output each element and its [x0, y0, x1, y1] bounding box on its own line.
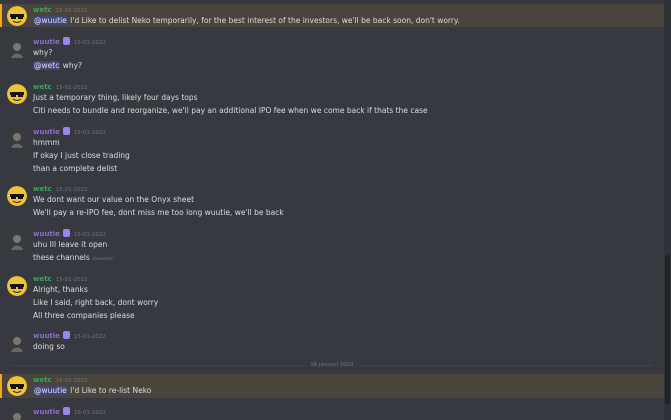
- message-text: Just a temporary thing, likely four days…: [33, 93, 198, 102]
- scrollbar-thumb[interactable]: [665, 255, 670, 405]
- message-header: wetc 15-01-2022: [33, 5, 88, 15]
- username[interactable]: wuutie: [33, 230, 60, 238]
- message-content: @wetc why?: [33, 60, 82, 71]
- message-text: doing so: [33, 342, 65, 351]
- message-text: than a complete delist: [33, 164, 118, 173]
- message-text: We dont want our value on the Onyx sheet: [33, 195, 195, 204]
- message-content: @wuutie I'd Like to re-list Neko: [33, 385, 151, 396]
- message-content: these channels (bewerkt): [33, 252, 114, 265]
- message-header: wuutie 16-01-2022: [33, 407, 106, 417]
- timestamp: 15-01-2022: [73, 232, 106, 238]
- avatar[interactable]: [7, 231, 27, 251]
- avatar[interactable]: [7, 376, 27, 396]
- user-mention[interactable]: @wetc: [33, 61, 61, 70]
- chat-messages: wetc 15-01-2022 @wuutie I'd Like to delis…: [0, 0, 664, 420]
- avatar[interactable]: [7, 39, 27, 59]
- timestamp: 15-01-2022: [73, 334, 106, 340]
- timestamp: 16-01-2022: [55, 378, 88, 384]
- username[interactable]: wetc: [33, 6, 52, 14]
- timestamp: 15-01-2022: [73, 40, 106, 46]
- username[interactable]: wuutie: [33, 38, 60, 46]
- nitro-badge-icon: [62, 407, 70, 415]
- message-text: hmmm: [33, 138, 60, 147]
- avatar[interactable]: [7, 409, 27, 420]
- username[interactable]: wetc: [33, 185, 52, 193]
- message-header: wetc 16-01-2022: [33, 375, 88, 385]
- message-text: We'll pay a re-IPO fee, dont miss me too…: [33, 208, 284, 217]
- date-divider-label: 16 januari 2022: [306, 361, 358, 369]
- avatar[interactable]: [7, 6, 27, 26]
- timestamp: 16-01-2022: [73, 410, 106, 416]
- message: wuutie 15-01-2022 doing so: [0, 330, 664, 354]
- timestamp: 15-01-2022: [55, 8, 88, 14]
- timestamp: 15-01-2022: [73, 130, 106, 136]
- scrollbar-track[interactable]: [664, 0, 671, 420]
- message-text: Alright, thanks: [33, 285, 88, 294]
- avatar[interactable]: [7, 129, 27, 149]
- message-header: wuutie 15-01-2022: [33, 229, 106, 239]
- message-text: why?: [33, 48, 53, 57]
- timestamp: 15-01-2022: [55, 277, 88, 283]
- message-content: @wuutie I'd Like to delist Neko temporar…: [33, 15, 460, 26]
- message-mention-highlight[interactable]: wetc 16-01-2022 @wuutie I'd Like to re-li…: [0, 374, 664, 398]
- username[interactable]: wetc: [33, 83, 52, 91]
- user-mention[interactable]: @wuutie: [33, 16, 68, 25]
- message: wetc 15-01-2022 Just a temporary thing, l…: [0, 81, 664, 117]
- avatar[interactable]: [7, 84, 27, 104]
- message: wuutie 15-01-2022 hmmm If okay I just clo…: [0, 126, 664, 174]
- message: wetc 15-01-2022 Alright, thanks Like I sa…: [0, 273, 664, 321]
- message-header: wetc 15-01-2022: [33, 82, 88, 92]
- message: wuutie 15-01-2022 uhu Ill leave it open t…: [0, 228, 664, 264]
- date-divider: 16 januari 2022: [12, 361, 652, 369]
- username[interactable]: wuutie: [33, 408, 60, 416]
- message-text: If okay I just close trading: [33, 151, 130, 160]
- message-text: I'd Like to delist Neko temporarily, for…: [70, 16, 460, 25]
- user-mention[interactable]: @wuutie: [33, 386, 68, 395]
- nitro-badge-icon: [62, 229, 70, 237]
- avatar[interactable]: [7, 333, 27, 353]
- message: wuutie 16-01-2022: [0, 406, 664, 420]
- message-text: Like I said, right back, dont worry: [33, 298, 159, 307]
- message-header: wetc 15-01-2022: [33, 184, 88, 194]
- message: wetc 15-01-2022 We dont want our value on…: [0, 183, 664, 219]
- message-header: wuutie 15-01-2022: [33, 331, 106, 341]
- message-header: wetc 15-01-2022: [33, 274, 88, 284]
- avatar[interactable]: [7, 186, 27, 206]
- edited-label: (bewerkt): [92, 257, 115, 262]
- message-text: All three companies please: [33, 311, 135, 320]
- nitro-badge-icon: [62, 37, 70, 45]
- message-header: wuutie 15-01-2022: [33, 127, 106, 137]
- message-mention-highlight[interactable]: wetc 15-01-2022 @wuutie I'd Like to delis…: [0, 4, 664, 27]
- username[interactable]: wuutie: [33, 128, 60, 136]
- timestamp: 15-01-2022: [55, 187, 88, 193]
- message-text: I'd Like to re-list Neko: [70, 386, 152, 395]
- message-text: Citi needs to bundle and reorganize, we'…: [33, 106, 428, 115]
- nitro-badge-icon: [62, 127, 70, 135]
- avatar[interactable]: [7, 276, 27, 296]
- message-text: why?: [62, 61, 83, 70]
- message-header: wuutie 15-01-2022: [33, 37, 106, 47]
- message-text: uhu Ill leave it open: [33, 240, 108, 249]
- nitro-badge-icon: [62, 331, 70, 339]
- username[interactable]: wetc: [33, 376, 52, 384]
- username[interactable]: wetc: [33, 275, 52, 283]
- message: wuutie 15-01-2022 why? @wetc why?: [0, 36, 664, 72]
- timestamp: 15-01-2022: [55, 85, 88, 91]
- username[interactable]: wuutie: [33, 332, 60, 340]
- message-text: these channels: [33, 253, 90, 262]
